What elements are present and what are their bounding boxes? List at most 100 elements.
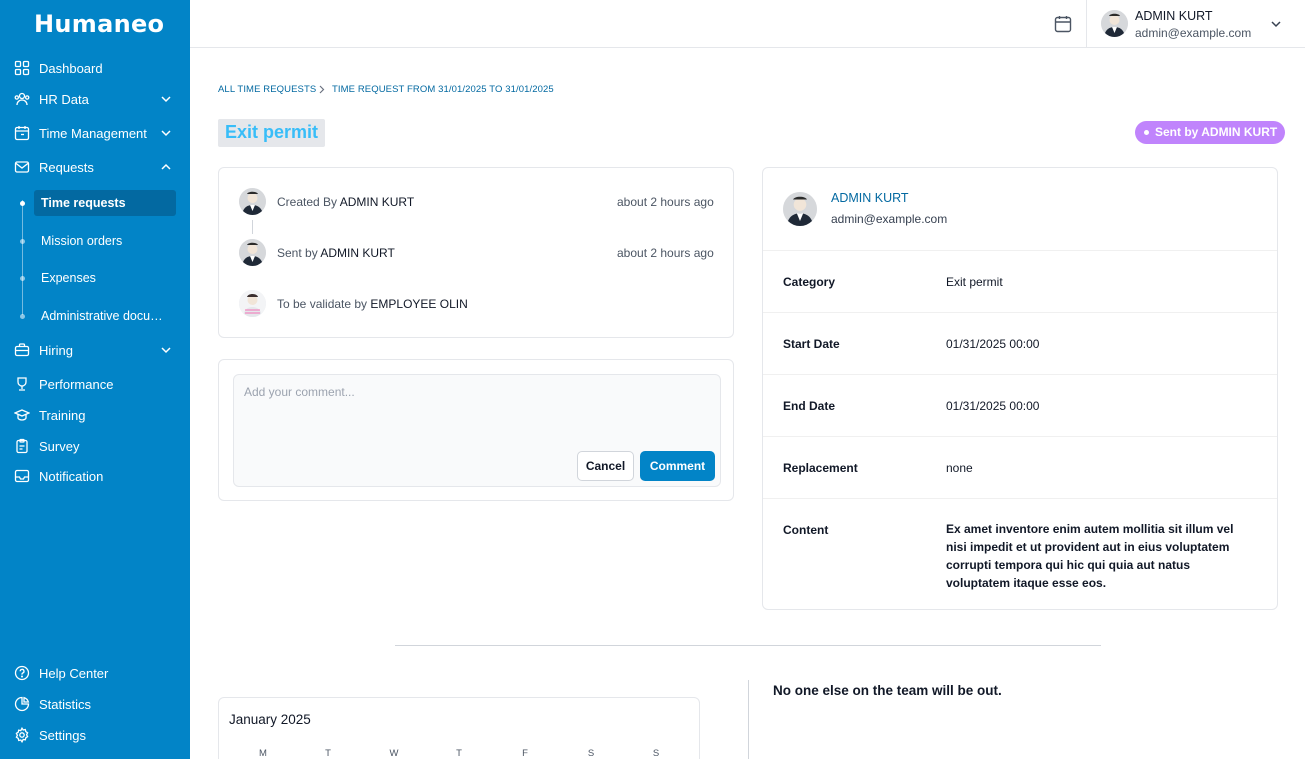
detail-content-text: Ex amet inventore enim autem mollitia si… — [946, 522, 1234, 590]
comment-placeholder: Add your comment... — [244, 385, 355, 399]
status-dot — [1144, 130, 1149, 135]
detail-label: Content — [783, 523, 829, 537]
avatar — [239, 239, 266, 266]
sidebar-item-hr-data[interactable]: HR Data — [0, 85, 190, 113]
timeline-created: Created By ADMIN KURT — [277, 195, 414, 209]
sidebar: Humaneo Dashboard HR Data Time Managemen… — [0, 0, 190, 759]
sidebar-item-label: Performance — [39, 376, 114, 392]
detail-label: End Date — [783, 399, 836, 413]
sidebar-item-label: Statistics — [39, 696, 92, 712]
sidebar-item-performance[interactable]: Performance — [0, 370, 190, 398]
detail-row-end-date: End Date 01/31/2025 00:00 — [763, 374, 1277, 436]
sidebar-item-label: Time Management — [39, 125, 147, 141]
trophy-icon — [17, 377, 27, 391]
mini-calendar: January 2025 M T W T F S S — [218, 697, 700, 759]
sidebar-item-statistics[interactable]: Statistics — [0, 690, 190, 718]
sidebar-item-label: Survey — [39, 438, 80, 454]
avatar — [239, 188, 266, 215]
sidebar-subitem-time-requests[interactable]: Time requests — [0, 190, 190, 216]
calendar-weekday: T — [325, 748, 331, 759]
timeline-user: ADMIN KURT — [320, 246, 395, 260]
dashboard-grid-icon — [14, 60, 30, 76]
timeline-sent: Sent by ADMIN KURT — [277, 246, 395, 260]
sidebar-item-label: HR Data — [39, 91, 89, 107]
calendar-weekday: M — [259, 748, 267, 759]
user-email: admin@example.com — [1135, 26, 1252, 40]
comment-input[interactable]: Add your comment... Cancel Comment — [233, 374, 721, 487]
cancel-button[interactable]: Cancel — [577, 451, 634, 481]
calendar-weekday: S — [587, 748, 595, 759]
chevron-down-icon — [161, 96, 171, 103]
detail-row-category: Category Exit permit — [763, 250, 1277, 312]
submenu-dot — [20, 314, 25, 319]
timeline-prefix: Created By — [277, 195, 338, 209]
comment-card: Add your comment... Cancel Comment — [218, 359, 734, 501]
chevron-down-icon — [161, 347, 171, 354]
detail-value: Exit permit — [946, 275, 1003, 289]
avatar[interactable] — [1101, 10, 1128, 37]
sidebar-item-time-management[interactable]: Time Management — [0, 119, 190, 147]
detail-label: Replacement — [783, 461, 858, 475]
sidebar-item-notification[interactable]: Notification — [0, 462, 190, 490]
sidebar-item-training[interactable]: Training — [0, 401, 190, 429]
mail-icon — [14, 161, 30, 173]
status-text: Sent by ADMIN KURT — [1155, 125, 1278, 139]
sidebar-item-hiring[interactable]: Hiring — [0, 336, 190, 364]
brand-logo: Humaneo — [34, 10, 165, 38]
timeline-connector — [252, 220, 253, 234]
sidebar-item-requests[interactable]: Requests — [0, 153, 190, 181]
timeline-prefix: Sent by — [277, 246, 318, 260]
top-bar: ADMIN KURT admin@example.com — [190, 0, 1305, 48]
calendar-clock-icon — [14, 126, 30, 141]
calendar-icon[interactable] — [1053, 14, 1073, 34]
details-card: ADMIN KURT admin@example.com Category Ex… — [762, 167, 1278, 610]
sidebar-subitem-mission-orders[interactable]: Mission orders — [0, 228, 190, 254]
submenu-dot — [20, 276, 25, 281]
breadcrumb-current[interactable]: TIME REQUEST FROM 31/01/2025 TO 31/01/20… — [332, 84, 554, 95]
submenu-dot — [20, 201, 25, 206]
calendar-weekday: S — [652, 748, 660, 759]
section-divider — [395, 645, 1101, 646]
chevron-right-icon — [319, 85, 325, 94]
sidebar-item-survey[interactable]: Survey — [0, 432, 190, 460]
sidebar-subitem-expenses[interactable]: Expenses — [0, 265, 190, 291]
vertical-divider — [748, 680, 749, 759]
sidebar-subitem-label: Mission orders — [41, 234, 123, 248]
calendar-weekday: F — [522, 748, 528, 759]
timeline-time: about 2 hours ago — [617, 195, 714, 209]
timeline-prefix: To be validate by — [277, 297, 368, 311]
timeline-user: EMPLOYEE OLIN — [370, 297, 468, 311]
sidebar-item-settings[interactable]: Settings — [0, 721, 190, 749]
avatar — [239, 290, 266, 317]
chevron-up-icon — [161, 163, 171, 170]
timeline-time: about 2 hours ago — [617, 246, 714, 260]
sidebar-item-label: Help Center — [39, 665, 109, 681]
chevron-down-icon[interactable] — [1270, 18, 1282, 30]
users-icon — [14, 92, 30, 106]
detail-label: Start Date — [783, 337, 840, 351]
help-circle-icon — [14, 665, 30, 681]
calendar-weekday: W — [389, 748, 399, 759]
sidebar-item-label: Hiring — [39, 342, 73, 358]
timeline-validator: To be validate by EMPLOYEE OLIN — [277, 297, 468, 311]
submenu-line — [22, 200, 23, 315]
sidebar-item-label: Dashboard — [39, 60, 103, 76]
sidebar-subitem-label: Time requests — [41, 196, 126, 210]
user-name: ADMIN KURT — [1135, 9, 1213, 23]
clipboard-icon — [16, 438, 28, 454]
sidebar-item-help-center[interactable]: Help Center — [0, 659, 190, 687]
avatar — [783, 192, 817, 226]
sidebar-item-dashboard[interactable]: Dashboard — [0, 54, 190, 82]
timeline-user: ADMIN KURT — [339, 195, 415, 209]
sidebar-item-label: Settings — [39, 727, 86, 743]
details-user-email: admin@example.com — [831, 212, 948, 226]
team-availability-message: No one else on the team will be out. — [773, 683, 1002, 698]
sidebar-subitem-administrative-documents[interactable]: Administrative documents — [0, 303, 190, 329]
graduation-cap-icon — [14, 409, 30, 421]
detail-row-replacement: Replacement none — [763, 436, 1277, 498]
breadcrumb-all-time-requests[interactable]: ALL TIME REQUESTS — [218, 84, 316, 95]
detail-row-start-date: Start Date 01/31/2025 00:00 — [763, 312, 1277, 374]
comment-button[interactable]: Comment — [640, 451, 715, 481]
details-user-name[interactable]: ADMIN KURT — [831, 191, 909, 205]
calendar-month: January 2025 — [229, 712, 311, 727]
